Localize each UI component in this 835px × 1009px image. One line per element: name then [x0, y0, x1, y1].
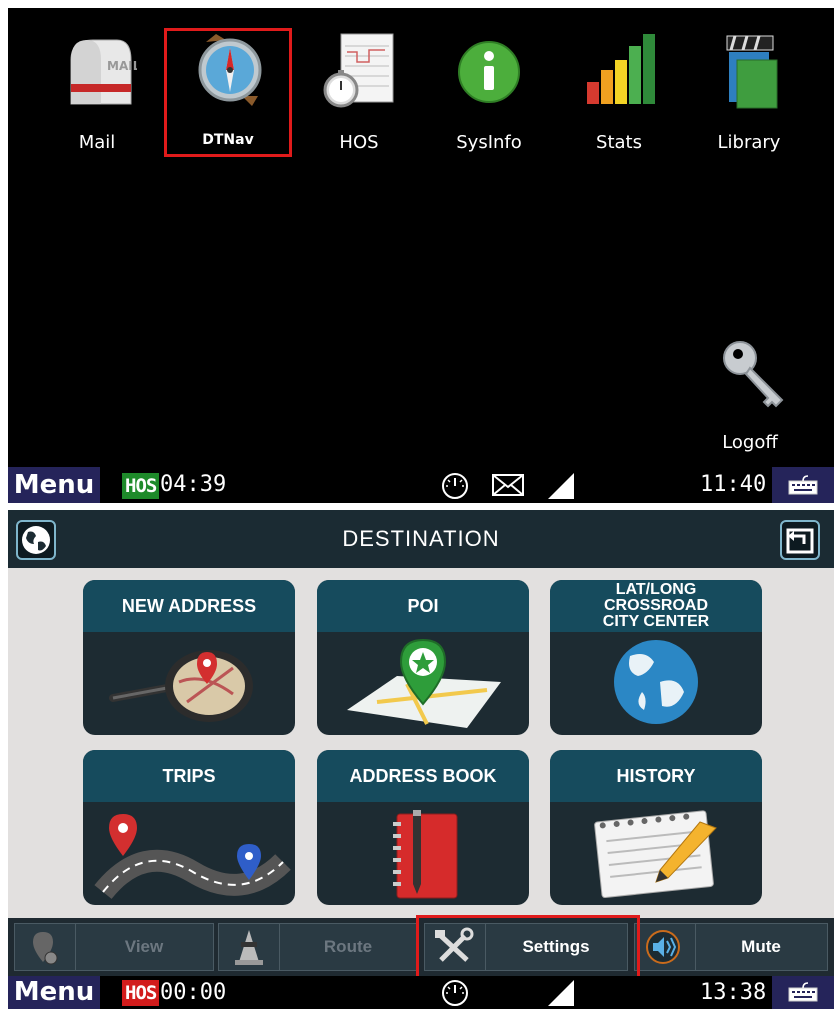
route-button[interactable]: Route — [218, 923, 418, 971]
road-pins-icon — [94, 814, 291, 900]
poi-pin-map-icon — [347, 638, 501, 728]
tile-trips[interactable]: TRIPS — [83, 750, 295, 905]
back-button[interactable] — [780, 520, 820, 560]
app-label: HOS — [339, 132, 379, 153]
traffic-cone-icon — [235, 930, 263, 965]
app-mail[interactable]: MAIL Mail — [37, 8, 157, 158]
tile-new-address[interactable]: NEW ADDRESS — [83, 580, 295, 735]
app-stats[interactable]: Stats — [559, 8, 679, 158]
dtnav-highlight-box — [164, 28, 292, 157]
tile-label: HISTORY — [616, 765, 696, 786]
main-menu-screen: MAIL Mail DTNav HOS SysInfo Stats Librar… — [8, 8, 834, 503]
clock: 13:38 — [700, 980, 767, 1005]
tile-poi[interactable]: POI — [317, 580, 529, 735]
menu-button[interactable]: Menu — [8, 467, 100, 503]
destination-screen: DESTINATION NEW ADDRESS POI LAT/LONG CRO… — [8, 510, 834, 1009]
app-library[interactable]: Library — [689, 8, 809, 158]
status-bar: Menu HOS 04:39 11:40 — [8, 467, 834, 503]
address-book-icon — [393, 810, 458, 899]
return-icon — [786, 528, 814, 554]
signal-strength-icon — [548, 473, 574, 499]
clapperboard-books-icon — [726, 35, 778, 109]
speaker-icon — [646, 930, 680, 964]
keyboard-icon — [788, 982, 818, 1002]
hos-badge: HOS — [122, 473, 160, 499]
mute-button[interactable]: Mute — [634, 923, 828, 971]
magnifier-map-icon — [109, 650, 253, 722]
logoff-button[interactable]: Logoff — [690, 308, 810, 458]
app-hos[interactable]: HOS — [299, 8, 419, 158]
signal-strength-icon — [548, 980, 574, 1006]
clock: 11:40 — [700, 472, 767, 497]
mailbox-icon: MAIL — [70, 39, 137, 105]
envelope-icon[interactable] — [492, 474, 524, 496]
mute-label: Mute — [741, 937, 781, 956]
app-label: Library — [717, 132, 781, 153]
hos-timer: 00:00 — [160, 980, 227, 1005]
logoff-label: Logoff — [722, 432, 778, 453]
globe-icon — [614, 640, 698, 724]
status-bar: Menu HOS 00:00 13:38 — [8, 976, 834, 1009]
keyboard-icon — [788, 475, 818, 495]
speedometer-icon — [442, 473, 468, 499]
mute-icon-cell — [635, 924, 696, 970]
key-icon — [723, 341, 784, 408]
view-pin-icon — [33, 932, 58, 965]
tile-label: TRIPS — [162, 765, 216, 786]
app-label: SysInfo — [456, 132, 522, 153]
view-label: View — [124, 937, 164, 956]
tile-history[interactable]: HISTORY — [550, 750, 762, 905]
bar-chart-icon — [587, 34, 655, 104]
tile-label: POI — [407, 595, 439, 616]
destination-header: DESTINATION — [8, 510, 834, 568]
app-label: Stats — [596, 132, 642, 153]
info-icon — [458, 41, 520, 103]
notepad-pencil-icon — [594, 810, 717, 899]
route-icon-cell — [219, 924, 280, 970]
tile-label: NEW ADDRESS — [121, 595, 257, 616]
hos-badge: HOS — [122, 980, 160, 1006]
tile-label: LAT/LONG CROSSROAD CITY CENTER — [602, 581, 710, 630]
route-label: Route — [323, 937, 373, 956]
view-icon-cell — [15, 924, 76, 970]
page-title: DESTINATION — [342, 526, 500, 551]
view-button[interactable]: View — [14, 923, 214, 971]
hos-timer: 04:39 — [160, 472, 227, 497]
svg-text:MAIL: MAIL — [107, 59, 137, 73]
app-label: Mail — [78, 132, 116, 153]
keyboard-button[interactable] — [772, 976, 834, 1009]
tile-label: ADDRESS BOOK — [349, 765, 497, 786]
logbook-stopwatch-icon — [323, 33, 394, 108]
tile-latlong-crossroad-citycenter[interactable]: LAT/LONG CROSSROAD CITY CENTER — [550, 580, 762, 735]
settings-highlight-box — [416, 915, 640, 979]
tile-address-book[interactable]: ADDRESS BOOK — [317, 750, 529, 905]
app-sysinfo[interactable]: SysInfo — [429, 8, 549, 158]
speedometer-icon — [442, 980, 468, 1006]
keyboard-button[interactable] — [772, 467, 834, 503]
menu-button[interactable]: Menu — [8, 976, 100, 1009]
